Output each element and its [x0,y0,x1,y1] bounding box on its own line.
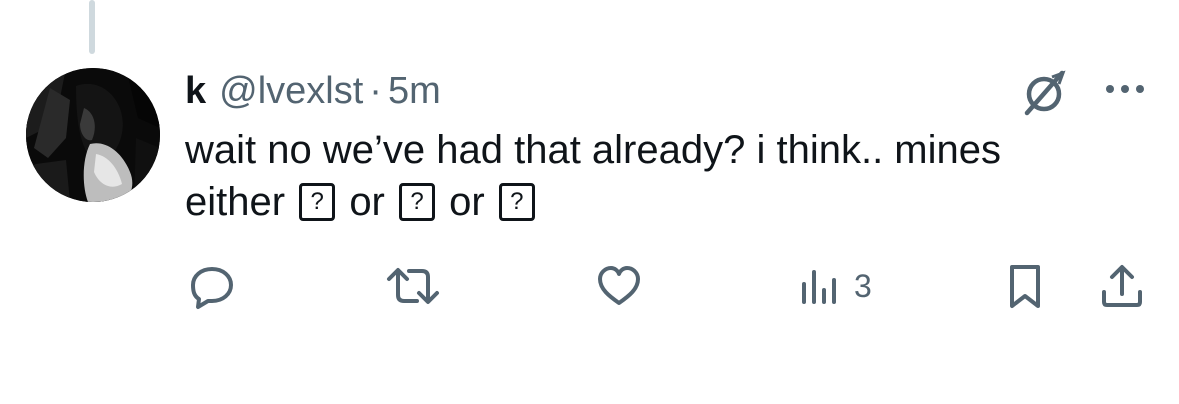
avatar-image [26,68,160,202]
heart-icon [598,266,640,305]
display-name[interactable]: k [185,66,206,116]
text-word: or [449,180,485,224]
repost-icon [387,268,439,304]
bookmark-icon [1010,265,1040,308]
like-button[interactable] [595,262,643,310]
unknown-emoji-glyph: ? [299,183,336,222]
post-header: k @lvexlst · 5m [185,66,441,116]
share-icon [1102,265,1142,307]
user-handle[interactable]: @lvexlst [219,66,363,116]
unknown-emoji-glyph: ? [399,183,436,222]
post-text-line-1: wait no we’ve had that already? i think.… [185,128,1001,172]
post-text: wait no we’ve had that already? i think.… [185,124,1145,228]
separator-dot: · [369,70,382,112]
views-count: 3 [854,268,872,304]
views-icon [802,270,836,304]
thread-connector-line [89,0,95,54]
reply-icon [191,267,233,309]
bookmark-button[interactable] [1003,262,1047,310]
unknown-emoji-glyph: ? [498,183,535,222]
more-dots-icon[interactable] [1102,78,1148,100]
text-word: either [185,180,286,224]
grok-icon[interactable] [1018,68,1074,116]
views-button[interactable]: 3 [800,262,872,310]
share-button[interactable] [1098,262,1146,310]
post-timestamp[interactable]: 5m [388,66,441,116]
text-word: or [349,180,385,224]
post-text-line-2: either ? or ? or ? [185,176,1145,228]
repost-button[interactable] [385,262,441,310]
avatar[interactable] [26,68,160,202]
reply-button[interactable] [188,262,236,310]
